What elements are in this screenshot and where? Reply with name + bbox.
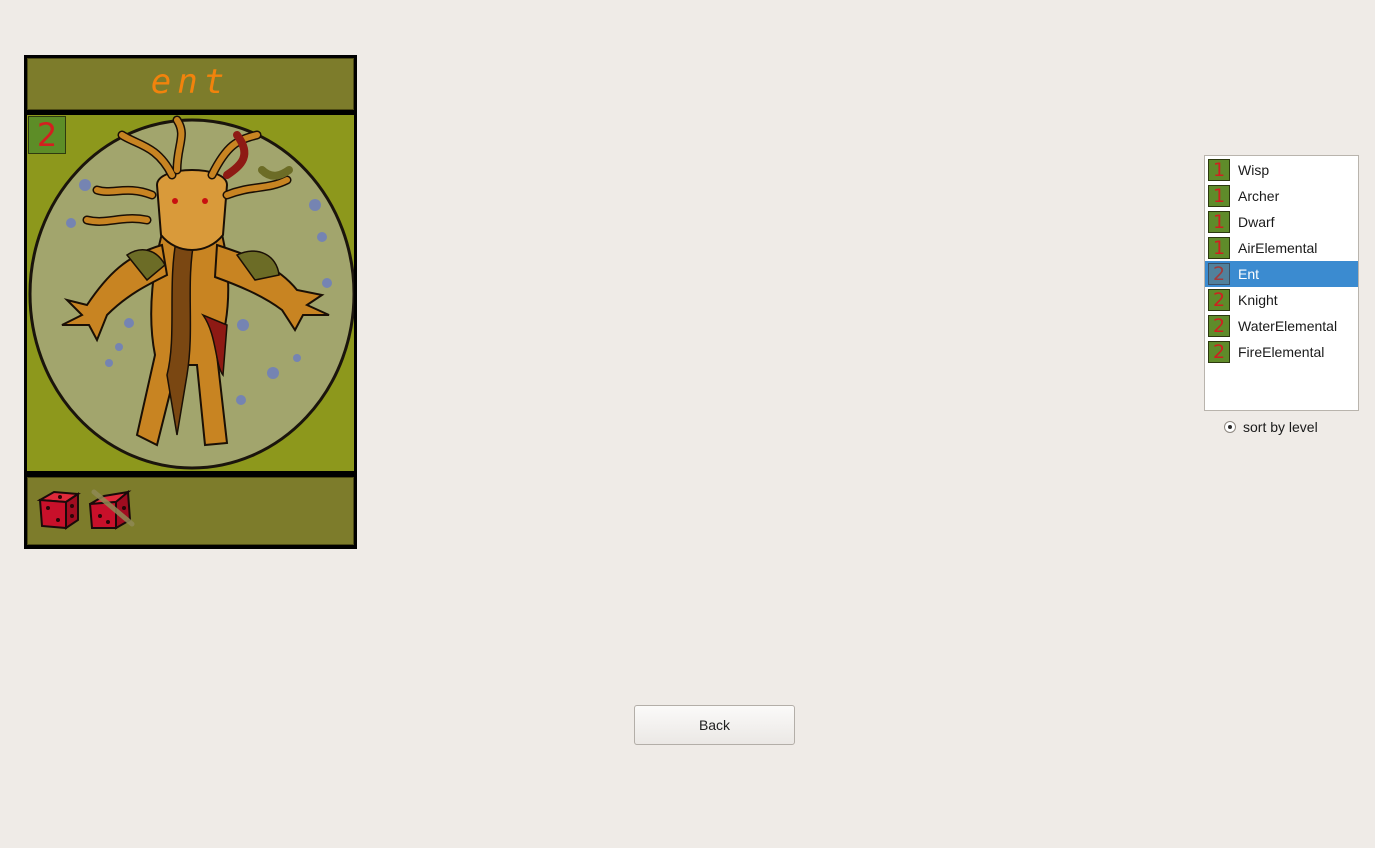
- level-badge-icon: 1: [1208, 185, 1230, 207]
- die-crossed-icon: [88, 489, 135, 530]
- card-dice-bar: [27, 477, 354, 545]
- list-item-airelemental[interactable]: 1 AirElemental: [1205, 235, 1358, 261]
- level-badge-icon: 2: [1208, 341, 1230, 363]
- list-item-archer[interactable]: 1 Archer: [1205, 183, 1358, 209]
- card-art: 2: [27, 115, 354, 471]
- list-item-wisp[interactable]: 1 Wisp: [1205, 157, 1358, 183]
- level-badge-icon: 1: [1208, 211, 1230, 233]
- level-badge-icon: 2: [1208, 315, 1230, 337]
- item-label: AirElemental: [1238, 240, 1318, 256]
- list-item-fireelemental[interactable]: 2 FireElemental: [1205, 339, 1358, 365]
- item-level: 2: [1212, 340, 1226, 363]
- item-level: 1: [1212, 158, 1226, 181]
- item-level: 1: [1212, 236, 1226, 259]
- item-level: 2: [1212, 288, 1226, 311]
- die-icon: [36, 490, 81, 530]
- list-item-dwarf[interactable]: 1 Dwarf: [1205, 209, 1358, 235]
- unit-list[interactable]: 1 Wisp 1 Archer 1 Dwarf 1 AirElemental 2…: [1204, 155, 1359, 411]
- list-item-ent[interactable]: 2 Ent: [1205, 261, 1358, 287]
- level-badge-icon: 1: [1208, 159, 1230, 181]
- sort-by-level-label: sort by level: [1243, 419, 1318, 435]
- item-label: Ent: [1238, 266, 1260, 282]
- level-badge-icon: 1: [1208, 237, 1230, 259]
- item-label: WaterElemental: [1238, 318, 1338, 334]
- unit-card: ent 2: [24, 55, 357, 549]
- card-title: ent: [150, 62, 231, 102]
- item-level: 1: [1212, 184, 1226, 207]
- back-button[interactable]: Back: [634, 705, 795, 745]
- item-label: Knight: [1238, 292, 1278, 308]
- level-badge-icon: 2: [1208, 289, 1230, 311]
- card-level-badge: 2: [28, 116, 66, 154]
- item-level: 2: [1212, 314, 1226, 337]
- item-label: Dwarf: [1238, 214, 1275, 230]
- level-badge-icon: 2: [1208, 263, 1230, 285]
- sort-by-level-option[interactable]: sort by level: [1224, 417, 1318, 437]
- list-item-knight[interactable]: 2 Knight: [1205, 287, 1358, 313]
- ent-tree-creature-icon: [28, 115, 354, 470]
- card-level-value: 2: [36, 115, 58, 154]
- item-level: 2: [1212, 262, 1226, 285]
- item-label: Archer: [1238, 188, 1280, 204]
- item-label: Wisp: [1238, 162, 1270, 178]
- sort-by-level-radio[interactable]: [1224, 421, 1236, 433]
- list-item-waterelemental[interactable]: 2 WaterElemental: [1205, 313, 1358, 339]
- item-level: 1: [1212, 210, 1226, 233]
- item-label: FireElemental: [1238, 344, 1325, 360]
- card-title-bar: ent: [27, 58, 354, 110]
